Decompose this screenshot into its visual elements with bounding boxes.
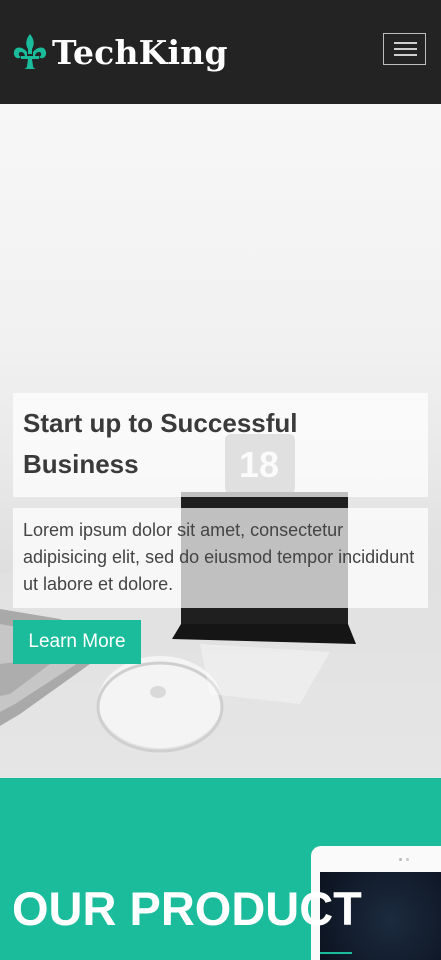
device-camera-dot	[406, 858, 409, 861]
products-section-title: OUR PRODUCT	[12, 882, 362, 935]
menu-toggle-button[interactable]	[383, 33, 426, 65]
hamburger-menu-icon-bar-middle	[394, 48, 417, 50]
fleur-de-lis-icon	[13, 34, 47, 69]
hero-description-box: Lorem ipsum dolor sit amet, consectetur …	[13, 508, 428, 608]
hero-section: 18 Start up to Successful Business Lorem…	[0, 104, 441, 778]
hamburger-menu-icon-bar-bottom	[394, 54, 417, 56]
hamburger-menu-icon-bar-top	[394, 42, 417, 44]
brand-name: TechKing	[52, 32, 228, 72]
brand-logo[interactable]: TechKing	[12, 30, 228, 74]
hero-title-box: Start up to Successful Business	[13, 393, 428, 497]
hero-description: Lorem ipsum dolor sit amet, consectetur …	[23, 520, 415, 594]
device-camera-dot	[399, 858, 402, 861]
learn-more-button[interactable]: Learn More	[13, 620, 141, 664]
site-header: TechKing	[0, 0, 441, 104]
products-section: OUR PRODUCT	[0, 778, 441, 960]
hero-title: Start up to Successful Business	[23, 408, 298, 479]
